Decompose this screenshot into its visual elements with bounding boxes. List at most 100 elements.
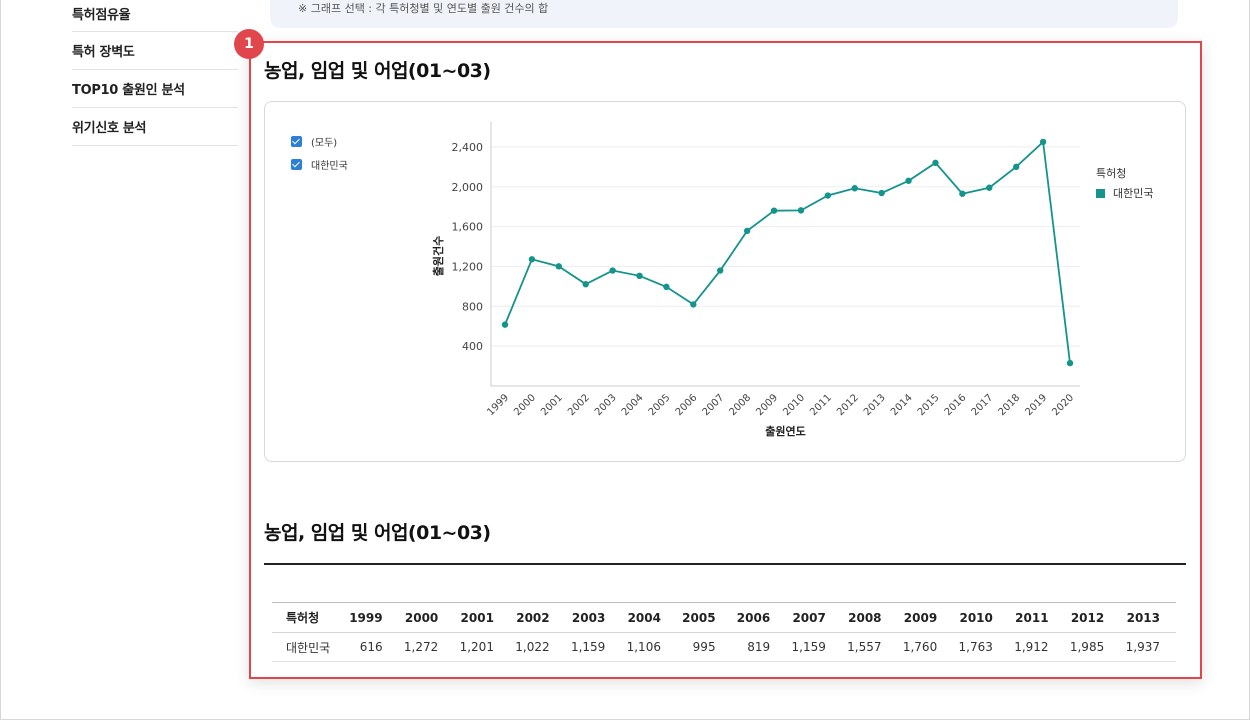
notice-banner: ※ 그래프 선택 : 각 특허청별 및 연도별 출원 건수의 합: [270, 0, 1178, 28]
legend-swatch: [1096, 188, 1105, 198]
x-tick-label: 2018: [997, 392, 1023, 418]
x-tick-label: 2005: [647, 392, 673, 418]
y-tick-label: 400: [462, 340, 483, 353]
x-tick-label: 2003: [593, 392, 619, 418]
table-header-year: 2001: [454, 602, 510, 633]
y-tick-label: 800: [462, 300, 483, 313]
table-cell-value: 1,201: [454, 632, 510, 662]
data-table: 특허청 1999 2000 2001 2002 2003 2004 2005 2006 2007 2…: [272, 602, 1176, 662]
section-divider: [264, 563, 1186, 565]
table-cell-value: 1,022: [509, 632, 566, 662]
table-cell-value: 1,272: [398, 632, 455, 662]
x-tick-label: 2002: [566, 392, 592, 418]
table-header-year: 1999: [344, 602, 399, 633]
legend-item-korea[interactable]: 대한민국: [1096, 185, 1153, 201]
x-tick-label: 2012: [835, 392, 861, 418]
table-header-year: 2008: [841, 602, 898, 633]
sidebar-item-patent-barrier[interactable]: 특허 장벽도: [72, 32, 238, 70]
x-tick-label: 2000: [512, 392, 538, 418]
y-tick-label: 2,400: [452, 141, 484, 154]
data-point: [959, 190, 966, 197]
x-tick-label: 2017: [970, 392, 996, 418]
table-cell-value: 1,159: [565, 632, 622, 662]
table-cell-value: 995: [676, 632, 732, 662]
x-tick-label: 2016: [943, 392, 969, 418]
table-header-row: 특허청 1999 2000 2001 2002 2003 2004 2005 2006 2007 2…: [272, 602, 1176, 633]
x-tick-label: 1999: [485, 392, 511, 418]
data-point: [555, 263, 563, 270]
data-point: [690, 301, 697, 308]
table-cell-office: 대한민국: [272, 632, 344, 662]
legend-label: 대한민국: [1113, 187, 1154, 200]
x-tick-label: 2019: [1023, 392, 1049, 418]
data-point: [1039, 138, 1047, 146]
data-point: [636, 272, 643, 280]
data-point: [878, 189, 885, 197]
legend-title: 특허청: [1096, 167, 1127, 180]
x-tick-label: 2009: [754, 392, 780, 418]
table-header-year: 2004: [621, 602, 677, 633]
table-header-year: 2009: [897, 602, 954, 633]
table-header-year: 2010: [953, 602, 1009, 633]
table-cell-value: 819: [731, 632, 787, 662]
table-header-year: 2011: [1008, 602, 1065, 633]
chart-section-title: 농업, 임업 및 어업(01~03): [264, 60, 491, 82]
table-cell-value: 616: [344, 632, 399, 662]
x-tick-label: 2020: [1050, 392, 1076, 418]
x-tick-label: 2013: [862, 392, 888, 418]
data-point: [743, 227, 751, 235]
table-cell-value: 1,937: [1120, 632, 1176, 662]
sidebar-item-patent-share[interactable]: 특허점유율: [72, 0, 238, 32]
data-point: [851, 185, 858, 192]
table-row: 대한민국 616 1,272 1,201 1,022 1,159 1,106 995 819 1,…: [272, 632, 1176, 662]
data-point: [824, 192, 832, 199]
x-tick-label: 2014: [889, 392, 915, 418]
x-tick-label: 2015: [916, 392, 942, 418]
x-tick-label: 2006: [674, 392, 700, 418]
data-point: [609, 267, 616, 274]
y-tick-label: 2,000: [452, 181, 484, 194]
sidebar-item-top10-applicants[interactable]: TOP10 출원인 분석: [72, 70, 238, 108]
table-cell-value: 1,557: [841, 632, 898, 662]
table-header-year: 2012: [1064, 602, 1121, 633]
x-tick-label: 2004: [620, 392, 646, 418]
y-tick-label: 1,200: [452, 260, 484, 273]
table-cell-value: 1,912: [1008, 632, 1065, 662]
data-point: [528, 256, 536, 263]
data-point: [797, 207, 805, 214]
table-header-year: 2003: [565, 602, 622, 633]
table-header-year: 2005: [676, 602, 732, 633]
data-point: [905, 177, 912, 184]
table-header-year: 2013: [1120, 602, 1176, 633]
step-badge: 1: [234, 29, 264, 59]
table-cell-value: 1,159: [786, 632, 842, 662]
table-header-year: 2006: [731, 602, 787, 633]
series-line: [504, 140, 1071, 364]
data-point: [932, 159, 939, 167]
table-header-year: 2007: [786, 602, 842, 633]
table-cell-value: 1,985: [1064, 632, 1121, 662]
data-point: [1066, 359, 1074, 367]
x-tick-label: 2001: [539, 392, 565, 418]
data-point: [582, 280, 589, 288]
y-axis-title: 출원건수: [431, 236, 445, 276]
table-section-title: 농업, 임업 및 어업(01~03): [264, 522, 491, 544]
data-point: [770, 207, 778, 214]
x-tick-label: 2010: [781, 392, 807, 418]
data-point: [501, 321, 509, 328]
sidebar-item-crisis-signal[interactable]: 위기신호 분석: [72, 108, 238, 146]
x-tick-label: 2011: [808, 392, 834, 418]
chart-card: (모두) 대한민국 400 800 1,200 1,600 2,000 2,400 1999…: [264, 101, 1186, 462]
table-cell-value: 1,763: [953, 632, 1009, 662]
data-point: [717, 267, 724, 274]
y-tick-label: 1,600: [452, 221, 484, 234]
data-point: [1012, 163, 1020, 171]
table-cell-value: 1,760: [897, 632, 954, 662]
x-tick-label: 2007: [701, 392, 727, 418]
table-header-year: 2000: [398, 602, 455, 633]
x-tick-label: 2008: [727, 392, 753, 418]
data-point: [663, 283, 670, 291]
table-header-office: 특허청: [272, 602, 344, 633]
x-axis-title: 출원연도: [765, 424, 805, 438]
line-chart: 4008001,2001,6002,0002,4001999 2000 2001 20…: [431, 122, 1080, 438]
